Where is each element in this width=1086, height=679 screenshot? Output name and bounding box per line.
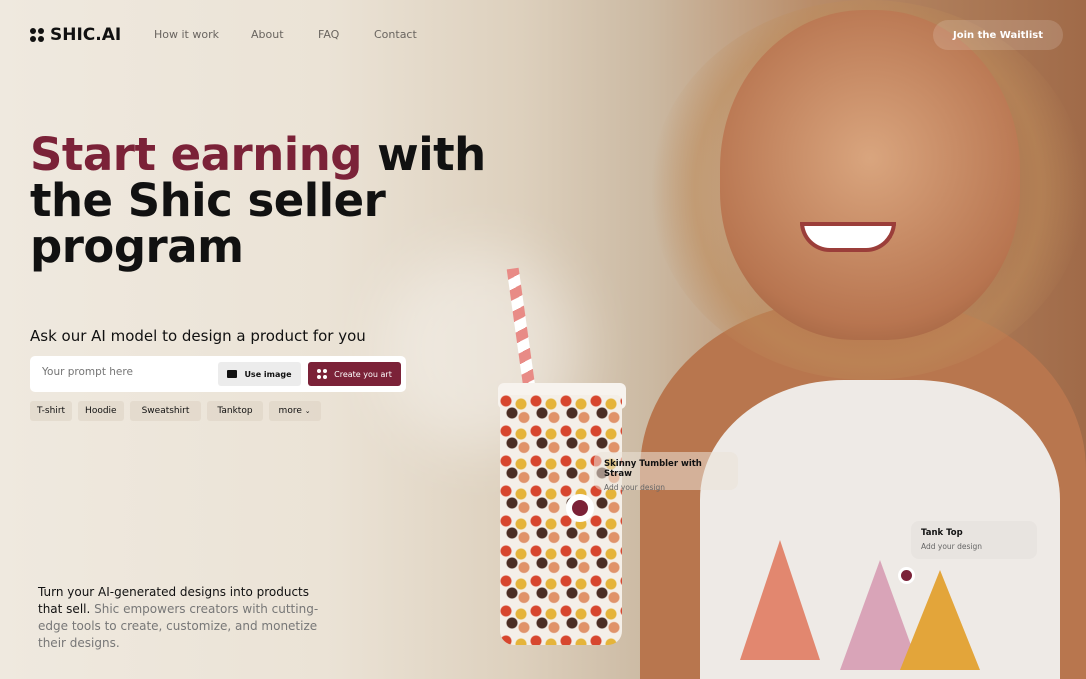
nav-faq[interactable]: FAQ xyxy=(318,28,339,41)
sparkle-icon xyxy=(317,369,328,379)
create-art-button[interactable]: Create you art xyxy=(308,362,401,386)
use-image-label: Use image xyxy=(244,369,292,379)
hotspot-pin-tanktop[interactable] xyxy=(898,567,915,584)
prompt-heading: Ask our AI model to design a product for… xyxy=(30,327,366,345)
hotspot-title: Tank Top xyxy=(921,528,963,538)
create-art-label: Create you art xyxy=(334,369,392,379)
chip-more[interactable]: more ⌄ xyxy=(268,401,321,421)
prompt-input[interactable] xyxy=(42,366,202,378)
chip-tshirt[interactable]: T-shirt xyxy=(30,401,73,421)
logo[interactable]: SHIC.AI xyxy=(30,25,121,45)
chip-hoodie[interactable]: Hoodie xyxy=(78,401,124,421)
hotspot-title: Skinny Tumbler with Straw xyxy=(604,459,702,479)
hotspot-subtitle: Add your design xyxy=(921,542,983,551)
image-icon xyxy=(227,370,238,378)
description: Turn your AI-generated designs into prod… xyxy=(38,584,328,652)
prompt-bar: Use image Create you art xyxy=(30,356,406,392)
use-image-button[interactable]: Use image xyxy=(218,362,301,386)
hotspot-pin-tumbler[interactable] xyxy=(566,494,594,522)
page-title: Start earning with the Shic seller progr… xyxy=(30,132,510,270)
top-nav: SHIC.AI How it work About FAQ Contact Jo… xyxy=(0,0,1086,70)
join-waitlist-button[interactable]: Join the Waitlist xyxy=(933,20,1063,50)
product-chips: T-shirt Hoodie Sweatshirt Tanktop more ⌄ xyxy=(30,401,321,421)
logo-icon xyxy=(30,28,44,42)
hotspot-card-tumbler[interactable]: Skinny Tumbler with Straw Add your desig… xyxy=(594,452,738,492)
nav-how-it-work[interactable]: How it work xyxy=(154,28,219,41)
chip-tanktop[interactable]: Tanktop xyxy=(207,401,263,421)
more-label: more xyxy=(278,406,302,416)
brand-name: SHIC.AI xyxy=(50,25,122,45)
hotspot-card-tanktop[interactable]: Tank Top Add your design xyxy=(911,521,1037,559)
nav-contact[interactable]: Contact xyxy=(374,28,417,41)
hotspot-subtitle: Add your design xyxy=(604,483,666,492)
nav-about[interactable]: About xyxy=(251,28,284,41)
chevron-down-icon: ⌄ xyxy=(304,407,311,415)
chip-sweatshirt[interactable]: Sweatshirt xyxy=(129,401,202,421)
